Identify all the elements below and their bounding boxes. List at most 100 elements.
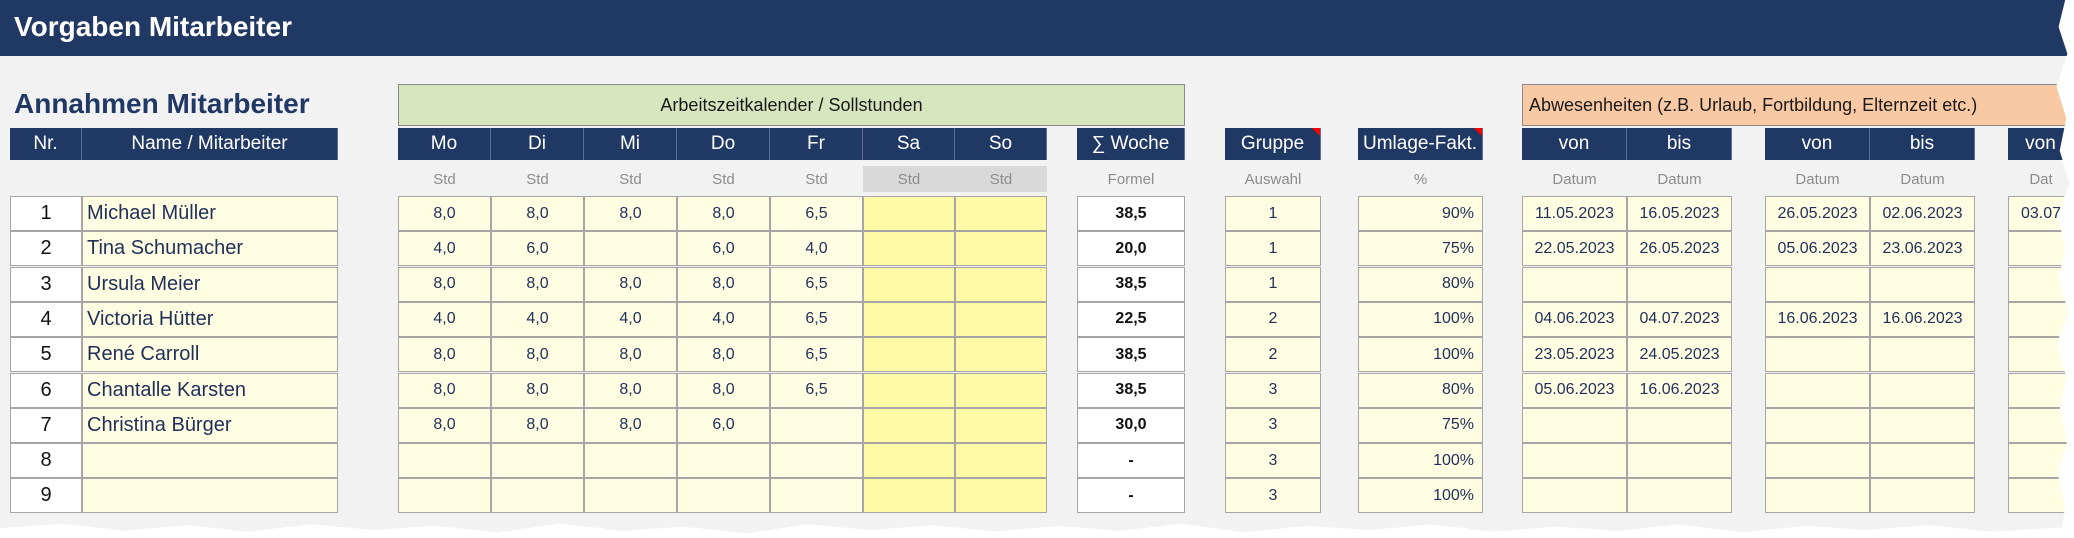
cell-so-row-8[interactable] [955,443,1047,479]
cell-sa-row-4[interactable] [863,301,955,337]
column-header-sa[interactable]: Sa [863,128,955,160]
column-header-di[interactable]: Di [491,128,584,160]
cell-bis1-row-9[interactable] [1627,478,1732,514]
column-header-mo[interactable]: Mo [398,128,491,160]
cell-so-row-5[interactable] [955,337,1047,373]
cell-fr-row-1[interactable]: 6,5 [770,196,863,231]
cell-von1-row-8[interactable] [1522,443,1627,479]
cell-di-row-1[interactable]: 8,0 [491,196,584,231]
cell-do-row-4[interactable]: 4,0 [677,301,770,337]
cell-umlage-row-9[interactable]: 100% [1358,478,1483,514]
cell-fr-row-4[interactable]: 6,5 [770,301,863,337]
cell-umlage-row-1[interactable]: 90% [1358,196,1483,231]
cell-bis1-row-7[interactable] [1627,407,1732,443]
cell-do-row-1[interactable]: 8,0 [677,196,770,231]
cell-mi-row-1[interactable]: 8,0 [584,196,677,231]
cell-mi-row-5[interactable]: 8,0 [584,337,677,373]
cell-von1-row-9[interactable] [1522,478,1627,514]
cell-mo-row-4[interactable]: 4,0 [398,301,491,337]
column-header-mi[interactable]: Mi [584,128,677,160]
cell-fr-row-9[interactable] [770,478,863,514]
cell-name-row-5[interactable]: René Carroll [82,337,338,373]
cell-bis2-row-2[interactable]: 23.06.2023 [1870,231,1975,267]
cell-do-row-7[interactable]: 6,0 [677,407,770,443]
cell-mi-row-3[interactable]: 8,0 [584,266,677,302]
cell-sa-row-1[interactable] [863,196,955,231]
cell-di-row-3[interactable]: 8,0 [491,266,584,302]
cell-so-row-6[interactable] [955,372,1047,408]
cell-do-row-8[interactable] [677,443,770,479]
column-header-bis2[interactable]: bis [1870,128,1975,160]
cell-so-row-3[interactable] [955,266,1047,302]
cell-fr-row-2[interactable]: 4,0 [770,231,863,267]
cell-umlage-row-2[interactable]: 75% [1358,231,1483,267]
cell-sa-row-5[interactable] [863,337,955,373]
cell-sa-row-8[interactable] [863,443,955,479]
cell-bis2-row-4[interactable]: 16.06.2023 [1870,301,1975,337]
cell-fr-row-3[interactable]: 6,5 [770,266,863,302]
cell-von1-row-4[interactable]: 04.06.2023 [1522,301,1627,337]
cell-bis1-row-2[interactable]: 26.05.2023 [1627,231,1732,267]
cell-mo-row-2[interactable]: 4,0 [398,231,491,267]
cell-von2-row-6[interactable] [1765,372,1870,408]
column-header-woche[interactable]: ∑ Woche [1077,128,1185,160]
cell-do-row-9[interactable] [677,478,770,514]
cell-sa-row-7[interactable] [863,407,955,443]
column-header-do[interactable]: Do [677,128,770,160]
cell-fr-row-5[interactable]: 6,5 [770,337,863,373]
cell-mo-row-8[interactable] [398,443,491,479]
cell-bis1-row-4[interactable]: 04.07.2023 [1627,301,1732,337]
cell-gruppe-row-3[interactable]: 1 [1225,266,1321,302]
cell-mo-row-5[interactable]: 8,0 [398,337,491,373]
column-header-bis1[interactable]: bis [1627,128,1732,160]
cell-do-row-2[interactable]: 6,0 [677,231,770,267]
cell-umlage-row-5[interactable]: 100% [1358,337,1483,373]
cell-sa-row-9[interactable] [863,478,955,514]
cell-mi-row-4[interactable]: 4,0 [584,301,677,337]
cell-umlage-row-8[interactable]: 100% [1358,443,1483,479]
cell-fr-row-8[interactable] [770,443,863,479]
column-header-von2[interactable]: von [1765,128,1870,160]
cell-von2-row-7[interactable] [1765,407,1870,443]
cell-umlage-row-7[interactable]: 75% [1358,407,1483,443]
cell-fr-row-7[interactable] [770,407,863,443]
cell-gruppe-row-1[interactable]: 1 [1225,196,1321,231]
cell-name-row-1[interactable]: Michael Müller [82,196,338,231]
cell-von1-row-2[interactable]: 22.05.2023 [1522,231,1627,267]
cell-di-row-6[interactable]: 8,0 [491,372,584,408]
cell-name-row-2[interactable]: Tina Schumacher [82,231,338,267]
cell-bis2-row-7[interactable] [1870,407,1975,443]
cell-bis2-row-8[interactable] [1870,443,1975,479]
cell-mi-row-2[interactable] [584,231,677,267]
cell-so-row-4[interactable] [955,301,1047,337]
cell-so-row-9[interactable] [955,478,1047,514]
cell-mo-row-7[interactable]: 8,0 [398,407,491,443]
cell-do-row-6[interactable]: 8,0 [677,372,770,408]
cell-bis1-row-3[interactable] [1627,266,1732,302]
cell-umlage-row-6[interactable]: 80% [1358,372,1483,408]
cell-bis1-row-6[interactable]: 16.06.2023 [1627,372,1732,408]
cell-so-row-1[interactable] [955,196,1047,231]
cell-sa-row-6[interactable] [863,372,955,408]
cell-name-row-4[interactable]: Victoria Hütter [82,301,338,337]
cell-mo-row-1[interactable]: 8,0 [398,196,491,231]
comment-indicator-icon[interactable] [1312,128,1320,136]
cell-di-row-9[interactable] [491,478,584,514]
cell-gruppe-row-4[interactable]: 2 [1225,301,1321,337]
cell-mi-row-6[interactable]: 8,0 [584,372,677,408]
cell-von2-row-5[interactable] [1765,337,1870,373]
cell-name-row-8[interactable] [82,443,338,479]
cell-von2-row-2[interactable]: 05.06.2023 [1765,231,1870,267]
cell-von2-row-3[interactable] [1765,266,1870,302]
cell-bis2-row-3[interactable] [1870,266,1975,302]
cell-bis2-row-1[interactable]: 02.06.2023 [1870,196,1975,231]
column-header-von1[interactable]: von [1522,128,1627,160]
cell-von1-row-5[interactable]: 23.05.2023 [1522,337,1627,373]
column-header-umlage[interactable]: Umlage-Fakt. [1358,128,1483,160]
cell-so-row-2[interactable] [955,231,1047,267]
cell-mi-row-9[interactable] [584,478,677,514]
cell-bis1-row-1[interactable]: 16.05.2023 [1627,196,1732,231]
cell-von1-row-3[interactable] [1522,266,1627,302]
cell-di-row-7[interactable]: 8,0 [491,407,584,443]
cell-von1-row-7[interactable] [1522,407,1627,443]
